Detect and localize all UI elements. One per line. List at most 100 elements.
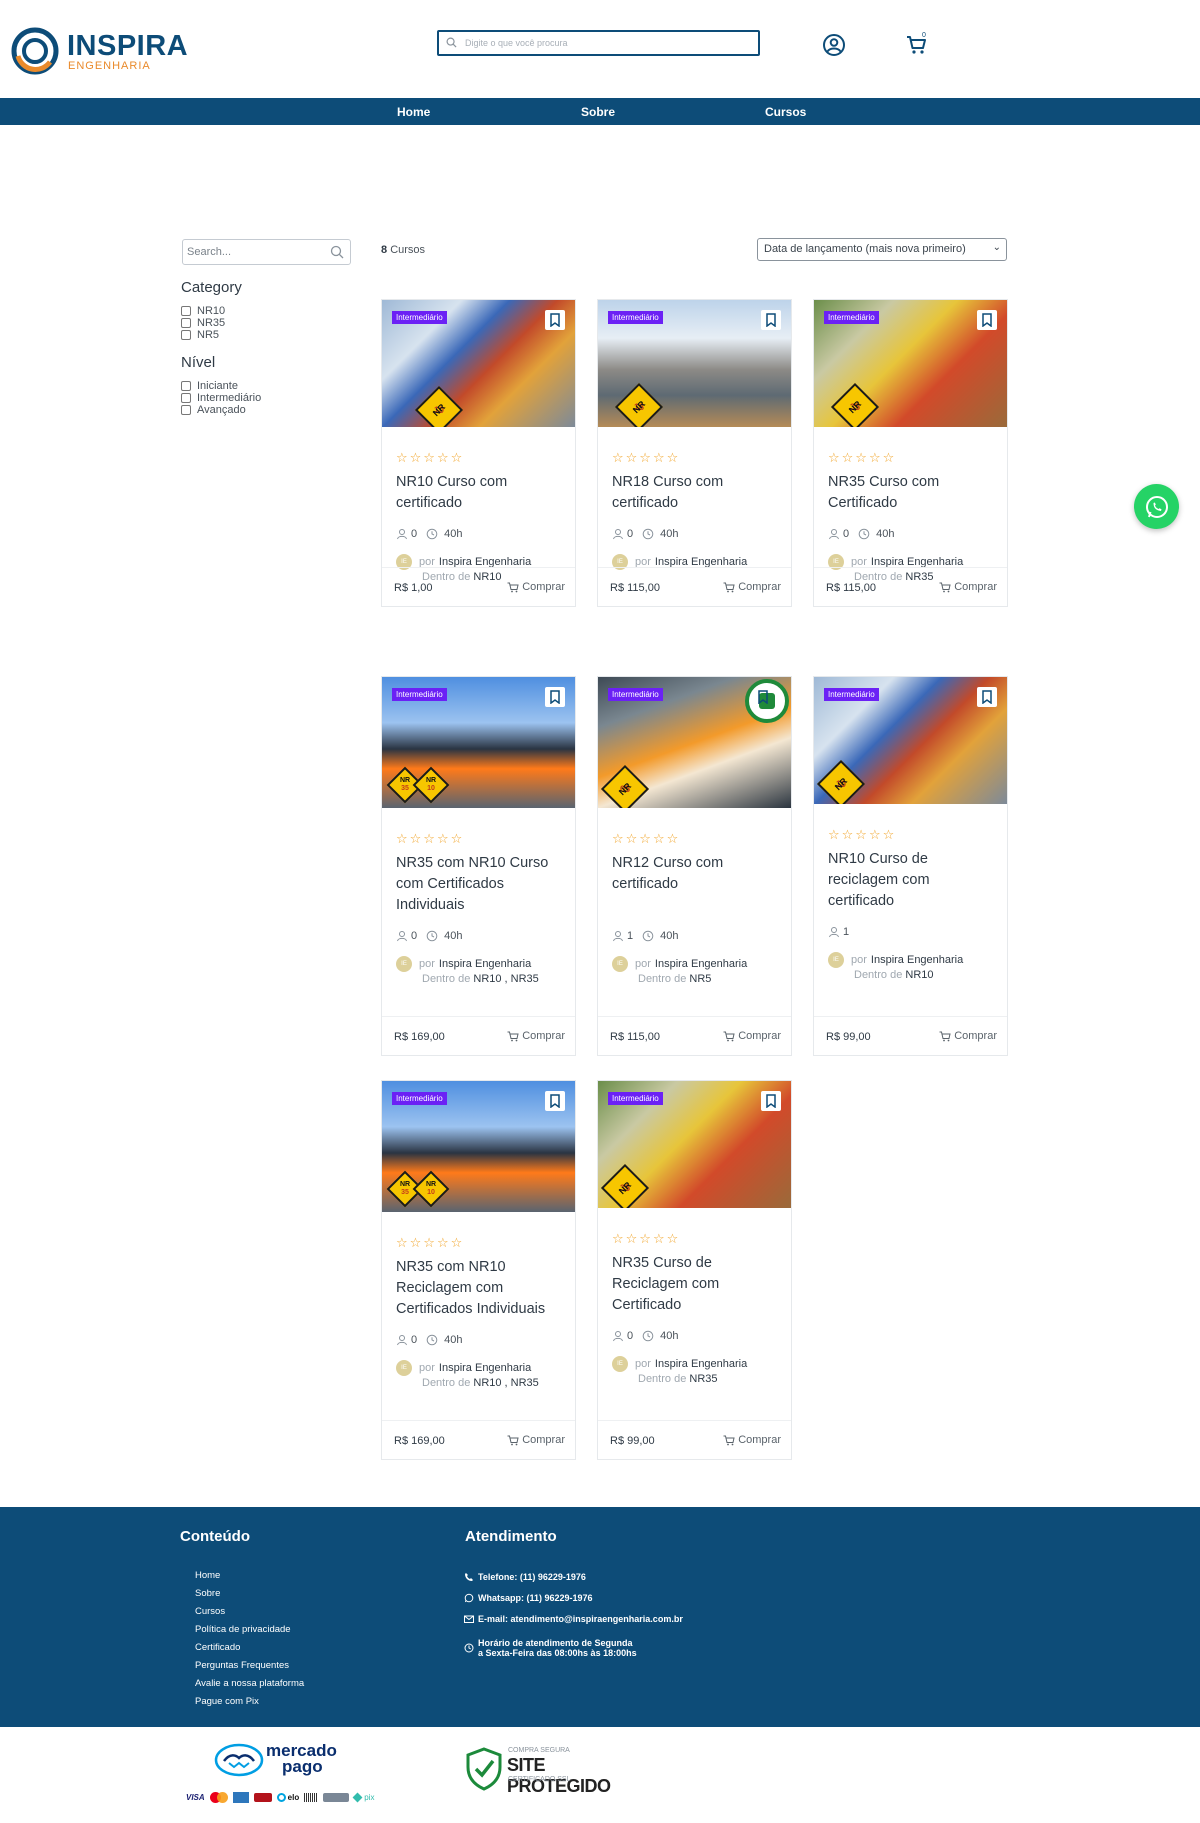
bookmark-button[interactable] xyxy=(545,1091,565,1111)
author-link[interactable]: Inspira Engenharia xyxy=(439,958,531,970)
filter-level-iniciante[interactable]: Iniciante xyxy=(181,380,238,392)
level-filter-title: Nível xyxy=(181,354,216,371)
buy-button[interactable]: Comprar xyxy=(507,1030,565,1042)
nav-home[interactable]: Home xyxy=(397,105,430,119)
footer-link-faq[interactable]: Perguntas Frequentes xyxy=(195,1660,289,1671)
footer-whatsapp[interactable]: Whatsapp: (11) 96229-1976 xyxy=(464,1593,593,1603)
course-title[interactable]: NR35 com NR10 Reciclagem com Certificado… xyxy=(396,1257,561,1320)
ssl-cert-text: CERTIFICADO SSL xyxy=(508,1776,571,1783)
site-logo[interactable]: INSPIRA ENGENHARIA xyxy=(10,24,200,76)
filter-level-intermediario[interactable]: Intermediário xyxy=(181,392,261,404)
footer-link-privacy[interactable]: Política de privacidade xyxy=(195,1624,291,1635)
course-thumbnail[interactable]: Intermediário NR 05 xyxy=(598,677,791,808)
footer-link-avalie[interactable]: Avalie a nossa plataforma xyxy=(195,1678,304,1689)
course-thumbnail[interactable]: Intermediário NR 35 xyxy=(814,300,1007,427)
course-title[interactable]: NR35 Curso de Reciclagem com Certificado xyxy=(612,1253,777,1316)
checkbox[interactable] xyxy=(181,393,191,403)
bookmark-button[interactable] xyxy=(761,310,781,330)
footer-link-home[interactable]: Home xyxy=(195,1570,220,1581)
account-icon[interactable] xyxy=(822,33,846,57)
bookmark-button[interactable] xyxy=(761,1091,781,1111)
course-category-link[interactable]: NR35 xyxy=(689,1373,717,1385)
search-icon[interactable] xyxy=(330,245,344,259)
bookmark-icon xyxy=(766,1094,776,1108)
buy-button[interactable]: Comprar xyxy=(939,581,997,593)
course-card[interactable]: Intermediário NR 10 ☆☆☆☆☆ NR10 Curso com … xyxy=(381,299,576,607)
whatsapp-button[interactable] xyxy=(1134,484,1179,529)
bookmark-button[interactable] xyxy=(545,310,565,330)
footer-link-cursos[interactable]: Cursos xyxy=(195,1606,225,1617)
course-card[interactable]: Intermediário NR 35 NR 10 ☆☆☆☆☆ NR35 com N… xyxy=(381,676,576,1056)
course-meta: 1 40h xyxy=(612,930,678,942)
bookmark-button[interactable] xyxy=(977,310,997,330)
nav-cursos[interactable]: Cursos xyxy=(765,105,806,119)
buy-button[interactable]: Comprar xyxy=(507,581,565,593)
filter-category-nr10[interactable]: NR10 xyxy=(181,305,225,317)
bookmark-button[interactable] xyxy=(753,687,773,707)
cart-icon xyxy=(939,582,951,592)
filter-category-nr35[interactable]: NR35 xyxy=(181,317,225,329)
buy-button[interactable]: Comprar xyxy=(723,1030,781,1042)
footer-link-certificado[interactable]: Certificado xyxy=(195,1642,240,1653)
course-thumbnail[interactable]: Intermediário NR 10 xyxy=(382,300,575,427)
author-link[interactable]: Inspira Engenharia xyxy=(655,1358,747,1370)
course-card[interactable]: Intermediário NR 35 ☆☆☆☆☆ NR35 Curso com … xyxy=(813,299,1008,607)
footer-link-pix[interactable]: Pague com Pix xyxy=(195,1696,259,1707)
course-category-link[interactable]: NR10 xyxy=(473,571,501,583)
footer-email[interactable]: E-mail: atendimento@inspiraengenharia.co… xyxy=(464,1614,683,1624)
author-link[interactable]: Inspira Engenharia xyxy=(439,1362,531,1374)
buy-button[interactable]: Comprar xyxy=(939,1030,997,1042)
footer-support-title: Atendimento xyxy=(465,1528,557,1545)
course-title[interactable]: NR18 Curso com certificado xyxy=(612,472,777,514)
course-thumbnail[interactable]: Intermediário NR 35 NR 10 xyxy=(382,677,575,808)
course-thumbnail[interactable]: Intermediário NR 35 NR 10 xyxy=(382,1081,575,1212)
course-category-link[interactable]: NR5 xyxy=(689,973,711,985)
course-title[interactable]: NR35 Curso com Certificado xyxy=(828,472,993,514)
bookmark-button[interactable] xyxy=(545,687,565,707)
checkbox[interactable] xyxy=(181,318,191,328)
nav-sobre[interactable]: Sobre xyxy=(581,105,615,119)
buy-button[interactable]: Comprar xyxy=(723,1434,781,1446)
course-thumbnail[interactable]: Intermediário NR 35 xyxy=(598,1081,791,1208)
clock-icon xyxy=(642,930,654,942)
author-link[interactable]: Inspira Engenharia xyxy=(871,954,963,966)
course-search[interactable] xyxy=(182,239,351,265)
course-card[interactable]: Intermediário NR 10 ☆☆☆☆☆ NR10 Curso de r… xyxy=(813,676,1008,1056)
course-category-link[interactable]: NR35 xyxy=(905,571,933,583)
course-category-link[interactable]: NR10 xyxy=(905,969,933,981)
course-title[interactable]: NR12 Curso com certificado xyxy=(612,853,777,895)
course-category-link[interactable]: NR10 , NR35 xyxy=(473,973,538,985)
checkbox[interactable] xyxy=(181,405,191,415)
course-search-input[interactable] xyxy=(187,244,322,260)
student-count: 0 xyxy=(627,1330,634,1342)
site-search-input[interactable] xyxy=(465,34,750,52)
footer-phone[interactable]: Telefone: (11) 96229-1976 xyxy=(464,1572,586,1582)
buy-button[interactable]: Comprar xyxy=(723,581,781,593)
course-card[interactable]: Intermediário NR 05 ☆☆☆☆☆ NR12 Curso com … xyxy=(597,676,792,1056)
sort-select[interactable]: Data de lançamento (mais nova primeiro) ⌄ xyxy=(757,238,1007,261)
student-count: 0 xyxy=(627,528,634,540)
course-card[interactable]: Intermediário NR 35 ☆☆☆☆☆ NR35 Curso de R… xyxy=(597,1080,792,1460)
course-thumbnail[interactable]: Intermediário NR 18 xyxy=(598,300,791,427)
filter-level-avancado[interactable]: Avançado xyxy=(181,404,246,416)
checkbox[interactable] xyxy=(181,306,191,316)
course-title[interactable]: NR10 Curso de reciclagem com certificado xyxy=(828,849,993,912)
bookmark-button[interactable] xyxy=(977,687,997,707)
checkbox[interactable] xyxy=(181,381,191,391)
level-badge: Intermediário xyxy=(824,311,879,324)
author-link[interactable]: Inspira Engenharia xyxy=(655,958,747,970)
footer-link-sobre[interactable]: Sobre xyxy=(195,1588,220,1599)
nr-sign-icon: NR 35 xyxy=(830,382,880,427)
course-thumbnail[interactable]: Intermediário NR 10 xyxy=(814,677,1007,804)
course-title[interactable]: NR10 Curso com certificado xyxy=(396,472,561,514)
filter-category-nr5[interactable]: NR5 xyxy=(181,329,219,341)
course-category-link[interactable]: NR10 , NR35 xyxy=(473,1377,538,1389)
buy-button[interactable]: Comprar xyxy=(507,1434,565,1446)
course-title[interactable]: NR35 com NR10 Curso com Certificados Ind… xyxy=(396,853,561,916)
mercado-pago-word-2: pago xyxy=(282,1757,323,1776)
checkbox[interactable] xyxy=(181,330,191,340)
whatsapp-icon xyxy=(464,1593,474,1603)
course-card[interactable]: Intermediário NR 35 NR 10 ☆☆☆☆☆ NR35 com N… xyxy=(381,1080,576,1460)
course-card[interactable]: Intermediário NR 18 ☆☆☆☆☆ NR18 Curso com … xyxy=(597,299,792,607)
site-search[interactable] xyxy=(437,30,760,56)
